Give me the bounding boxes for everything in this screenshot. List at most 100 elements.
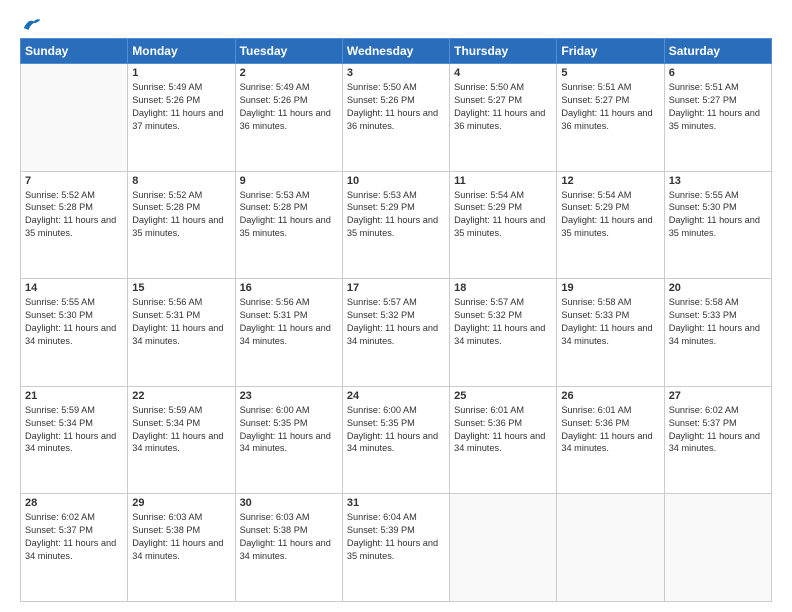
calendar-cell: 16Sunrise: 5:56 AMSunset: 5:31 PMDayligh… [235,279,342,387]
day-info: Sunrise: 5:56 AMSunset: 5:31 PMDaylight:… [240,296,338,348]
day-info: Sunrise: 5:57 AMSunset: 5:32 PMDaylight:… [347,296,445,348]
day-info: Sunrise: 5:58 AMSunset: 5:33 PMDaylight:… [561,296,659,348]
day-info: Sunrise: 6:03 AMSunset: 5:38 PMDaylight:… [132,511,230,563]
calendar-cell: 1 Sunrise: 5:49 AMSunset: 5:26 PMDaylight… [128,64,235,172]
calendar-cell: 6 Sunrise: 5:51 AMSunset: 5:27 PMDaylight… [664,64,771,172]
day-info: Sunrise: 5:54 AMSunset: 5:29 PMDaylight:… [561,189,659,241]
day-info: Sunrise: 5:57 AMSunset: 5:32 PMDaylight:… [454,296,552,348]
calendar-table: SundayMondayTuesdayWednesdayThursdayFrid… [20,38,772,602]
calendar-cell: 3 Sunrise: 5:50 AMSunset: 5:26 PMDaylight… [342,64,449,172]
calendar-cell: 23Sunrise: 6:00 AMSunset: 5:35 PMDayligh… [235,386,342,494]
calendar-cell: 4Sunrise: 5:50 AMSunset: 5:27 PMDaylight… [450,64,557,172]
day-info: Sunrise: 6:04 AMSunset: 5:39 PMDaylight:… [347,511,445,563]
page: SundayMondayTuesdayWednesdayThursdayFrid… [0,0,792,612]
day-info: Sunrise: 5:55 AMSunset: 5:30 PMDaylight:… [25,296,123,348]
day-info: Sunrise: 5:51 AMSunset: 5:27 PMDaylight:… [669,81,767,133]
day-number: 18 [454,282,552,294]
day-number: 26 [561,390,659,402]
day-number: 13 [669,175,767,187]
day-info: Sunrise: 5:55 AMSunset: 5:30 PMDaylight:… [669,189,767,241]
calendar-cell: 12 Sunrise: 5:54 AMSunset: 5:29 PMDayligh… [557,171,664,279]
day-number: 8 [132,175,230,187]
week-row-2: 14 Sunrise: 5:55 AMSunset: 5:30 PMDayligh… [21,279,772,387]
day-number: 27 [669,390,767,402]
calendar-cell: 26 Sunrise: 6:01 AMSunset: 5:36 PMDayligh… [557,386,664,494]
weekday-header-wednesday: Wednesday [342,39,449,64]
week-row-4: 28 Sunrise: 6:02 AMSunset: 5:37 PMDayligh… [21,494,772,602]
day-info: Sunrise: 6:00 AMSunset: 5:35 PMDaylight:… [347,404,445,456]
day-number: 17 [347,282,445,294]
logo [20,16,42,30]
calendar-cell: 9 Sunrise: 5:53 AMSunset: 5:28 PMDaylight… [235,171,342,279]
day-number: 5 [561,67,659,79]
day-number: 21 [25,390,123,402]
day-info: Sunrise: 5:59 AMSunset: 5:34 PMDaylight:… [25,404,123,456]
day-info: Sunrise: 5:50 AMSunset: 5:26 PMDaylight:… [347,81,445,133]
day-number: 12 [561,175,659,187]
calendar-cell: 13 Sunrise: 5:55 AMSunset: 5:30 PMDayligh… [664,171,771,279]
day-info: Sunrise: 5:52 AMSunset: 5:28 PMDaylight:… [132,189,230,241]
day-info: Sunrise: 5:49 AMSunset: 5:26 PMDaylight:… [240,81,338,133]
calendar-cell [557,494,664,602]
calendar-cell: 17 Sunrise: 5:57 AMSunset: 5:32 PMDayligh… [342,279,449,387]
day-info: Sunrise: 6:01 AMSunset: 5:36 PMDaylight:… [454,404,552,456]
day-info: Sunrise: 6:03 AMSunset: 5:38 PMDaylight:… [240,511,338,563]
calendar-cell: 18 Sunrise: 5:57 AMSunset: 5:32 PMDayligh… [450,279,557,387]
calendar-cell: 31Sunrise: 6:04 AMSunset: 5:39 PMDayligh… [342,494,449,602]
day-number: 11 [454,175,552,187]
header [20,16,772,30]
calendar-cell: 29Sunrise: 6:03 AMSunset: 5:38 PMDayligh… [128,494,235,602]
calendar-cell: 20 Sunrise: 5:58 AMSunset: 5:33 PMDayligh… [664,279,771,387]
day-number: 15 [132,282,230,294]
day-info: Sunrise: 5:52 AMSunset: 5:28 PMDaylight:… [25,189,123,241]
calendar-cell [450,494,557,602]
calendar-cell: 10 Sunrise: 5:53 AMSunset: 5:29 PMDayligh… [342,171,449,279]
weekday-header-sunday: Sunday [21,39,128,64]
week-row-3: 21 Sunrise: 5:59 AMSunset: 5:34 PMDayligh… [21,386,772,494]
day-info: Sunrise: 5:53 AMSunset: 5:28 PMDaylight:… [240,189,338,241]
day-info: Sunrise: 5:56 AMSunset: 5:31 PMDaylight:… [132,296,230,348]
calendar-cell [664,494,771,602]
calendar-cell: 11Sunrise: 5:54 AMSunset: 5:29 PMDayligh… [450,171,557,279]
calendar-cell: 30 Sunrise: 6:03 AMSunset: 5:38 PMDayligh… [235,494,342,602]
day-number: 20 [669,282,767,294]
day-number: 25 [454,390,552,402]
day-info: Sunrise: 5:53 AMSunset: 5:29 PMDaylight:… [347,189,445,241]
logo-text [20,16,42,32]
day-number: 22 [132,390,230,402]
day-info: Sunrise: 5:59 AMSunset: 5:34 PMDaylight:… [132,404,230,456]
day-info: Sunrise: 5:58 AMSunset: 5:33 PMDaylight:… [669,296,767,348]
day-number: 3 [347,67,445,79]
calendar-cell: 28 Sunrise: 6:02 AMSunset: 5:37 PMDayligh… [21,494,128,602]
weekday-header-thursday: Thursday [450,39,557,64]
day-number: 10 [347,175,445,187]
day-number: 30 [240,497,338,509]
day-number: 9 [240,175,338,187]
day-info: Sunrise: 6:00 AMSunset: 5:35 PMDaylight:… [240,404,338,456]
calendar-cell [21,64,128,172]
weekday-header-monday: Monday [128,39,235,64]
day-number: 2 [240,67,338,79]
day-info: Sunrise: 6:01 AMSunset: 5:36 PMDaylight:… [561,404,659,456]
day-number: 4 [454,67,552,79]
calendar-cell: 24 Sunrise: 6:00 AMSunset: 5:35 PMDayligh… [342,386,449,494]
calendar-cell: 2 Sunrise: 5:49 AMSunset: 5:26 PMDaylight… [235,64,342,172]
day-number: 1 [132,67,230,79]
calendar-cell: 15 Sunrise: 5:56 AMSunset: 5:31 PMDayligh… [128,279,235,387]
day-info: Sunrise: 5:49 AMSunset: 5:26 PMDaylight:… [132,81,230,133]
calendar-cell: 8 Sunrise: 5:52 AMSunset: 5:28 PMDaylight… [128,171,235,279]
day-number: 6 [669,67,767,79]
day-info: Sunrise: 6:02 AMSunset: 5:37 PMDaylight:… [25,511,123,563]
day-number: 19 [561,282,659,294]
day-number: 14 [25,282,123,294]
weekday-header-saturday: Saturday [664,39,771,64]
day-number: 24 [347,390,445,402]
logo-bird-icon [22,16,42,32]
calendar-cell: 14 Sunrise: 5:55 AMSunset: 5:30 PMDayligh… [21,279,128,387]
calendar-cell: 7Sunrise: 5:52 AMSunset: 5:28 PMDaylight… [21,171,128,279]
day-number: 28 [25,497,123,509]
day-info: Sunrise: 6:02 AMSunset: 5:37 PMDaylight:… [669,404,767,456]
week-row-1: 7Sunrise: 5:52 AMSunset: 5:28 PMDaylight… [21,171,772,279]
calendar-cell: 19 Sunrise: 5:58 AMSunset: 5:33 PMDayligh… [557,279,664,387]
calendar-cell: 21 Sunrise: 5:59 AMSunset: 5:34 PMDayligh… [21,386,128,494]
